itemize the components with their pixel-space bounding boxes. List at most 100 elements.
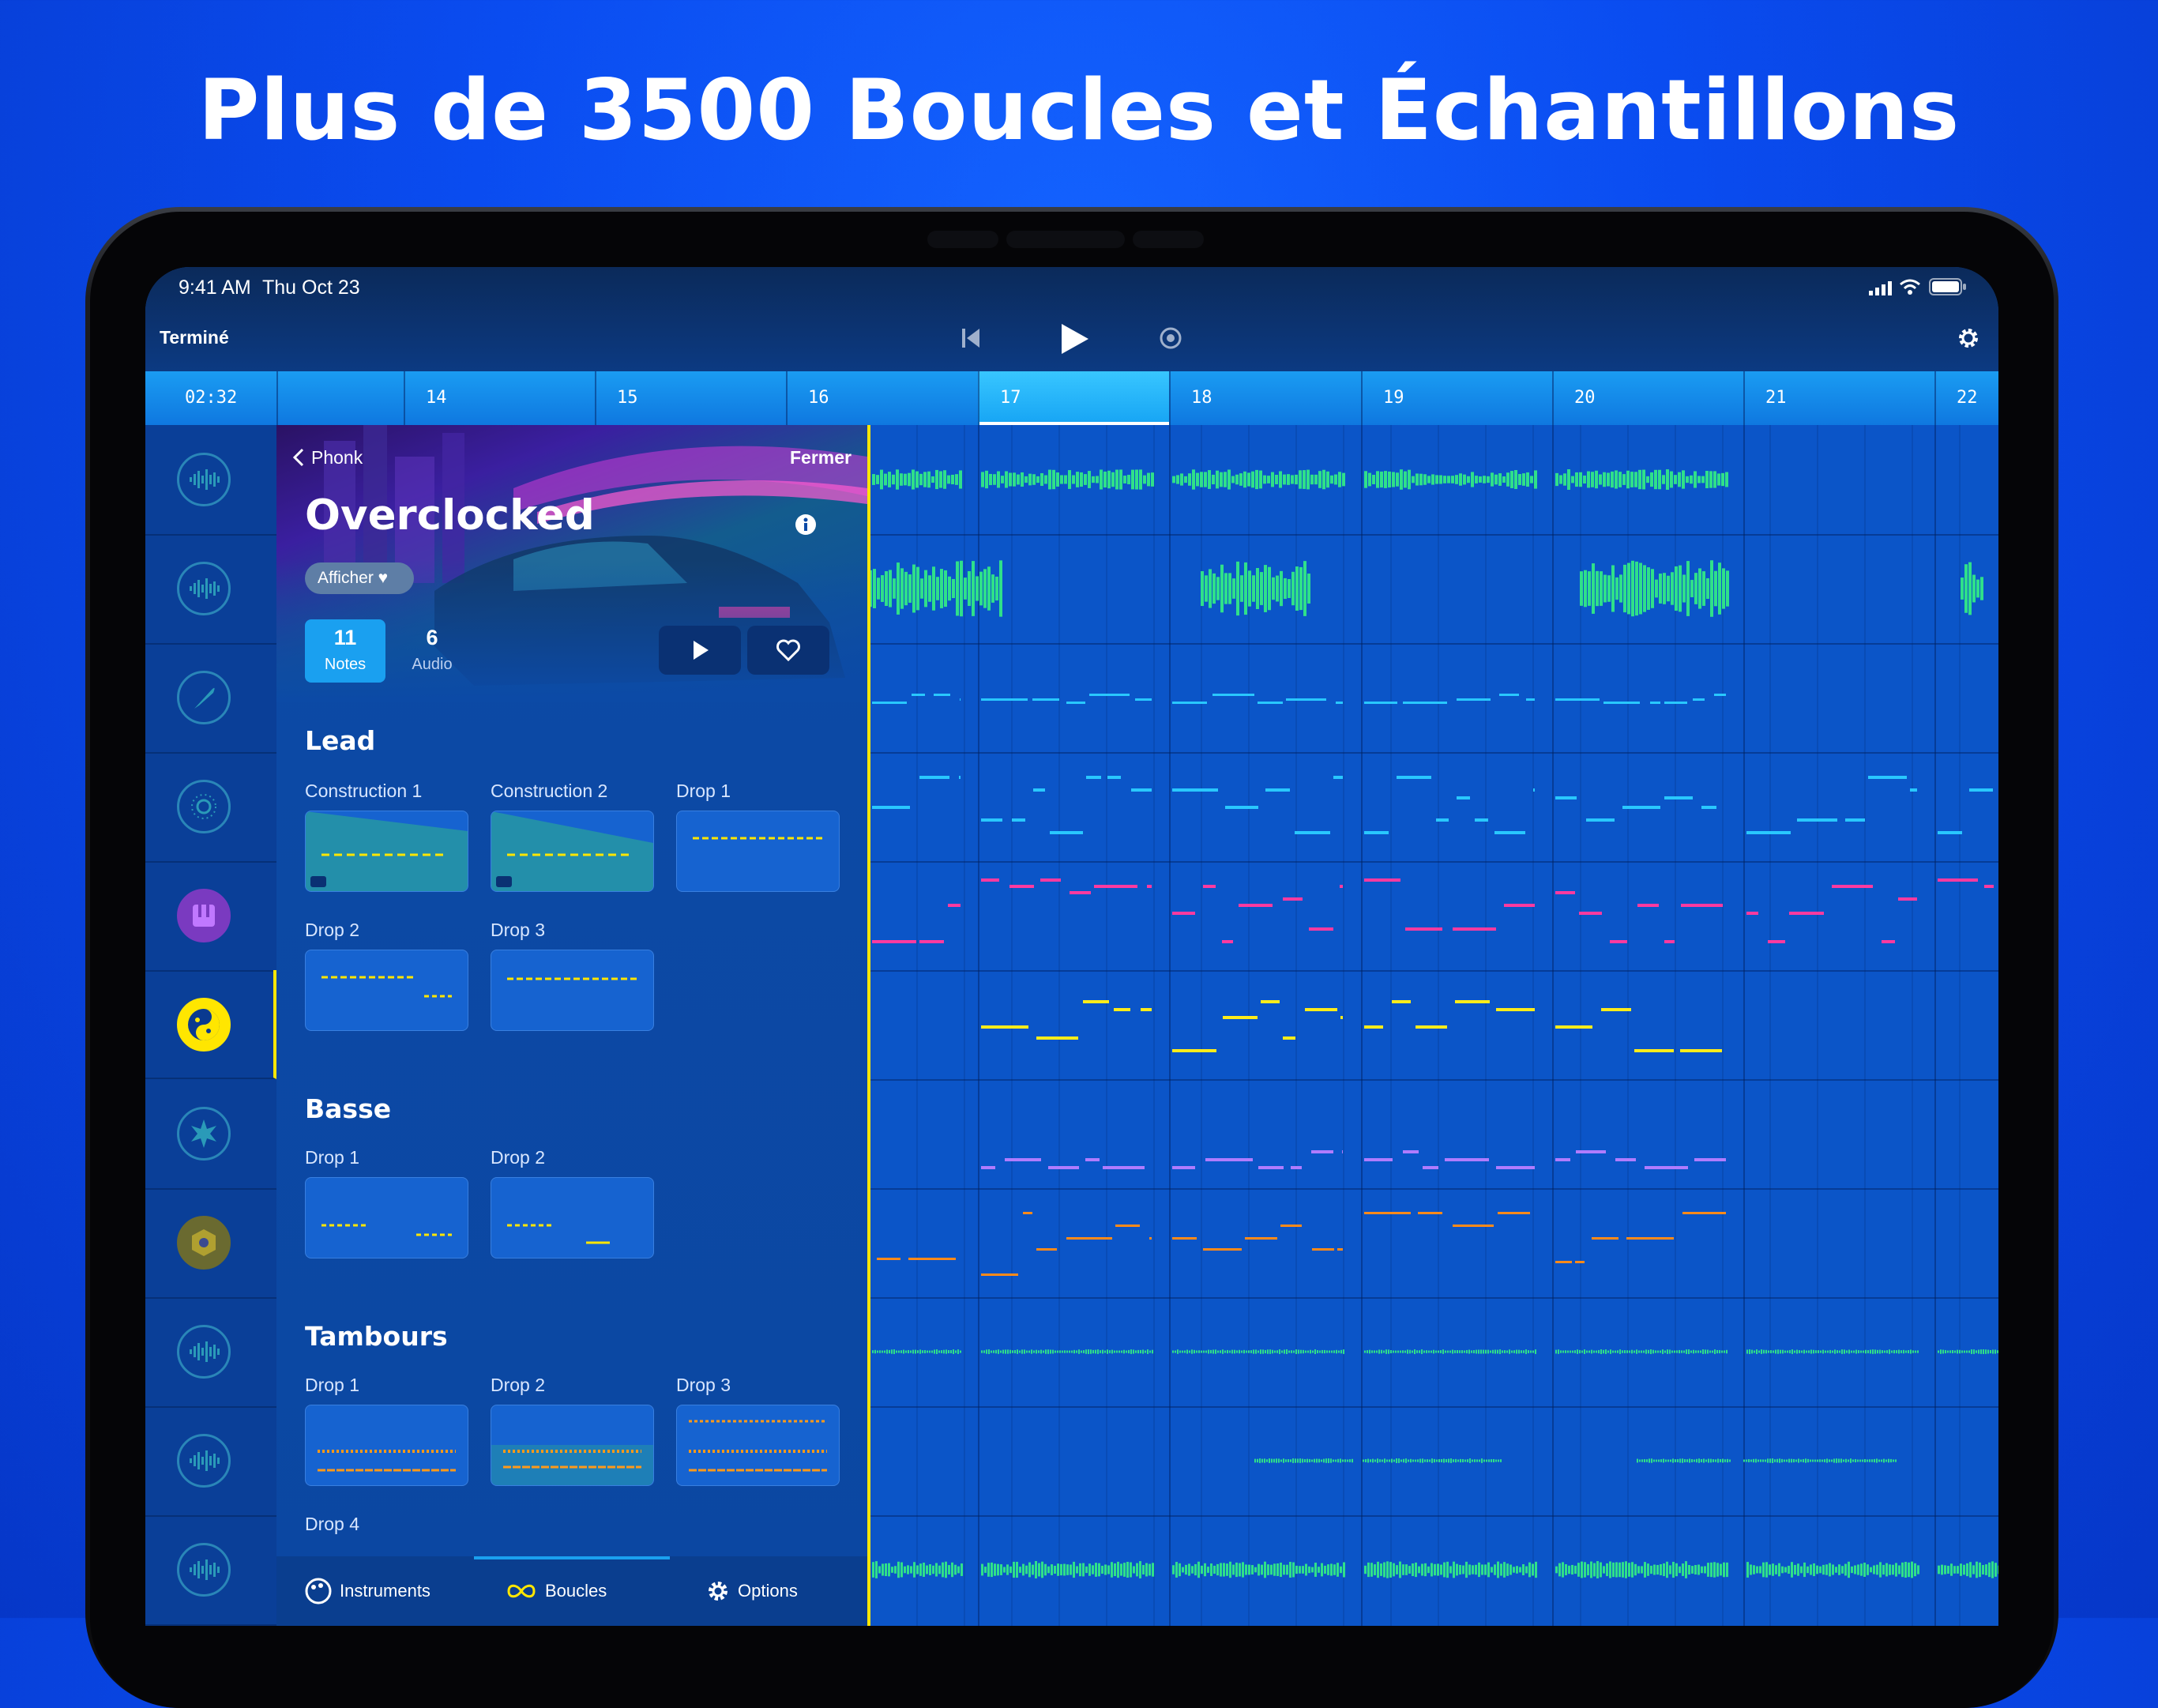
tab-instruments[interactable]: Instruments: [305, 1556, 430, 1626]
track-header[interactable]: [145, 534, 276, 645]
track-header[interactable]: [145, 425, 276, 536]
notes-label: Notes: [324, 656, 367, 673]
audio-region: [1746, 1561, 1919, 1578]
audio-region: [981, 469, 1154, 490]
audio-region: [1364, 1349, 1536, 1354]
track-header[interactable]: [145, 861, 276, 972]
loop-card[interactable]: [305, 950, 468, 1031]
loop-card[interactable]: [305, 1177, 468, 1258]
audio-region: [1363, 1458, 1502, 1463]
midi-region: [1172, 1000, 1343, 1052]
tab-loops[interactable]: Boucles: [506, 1556, 607, 1626]
ruler-bar[interactable]: 22: [1934, 371, 1998, 425]
ruler-bar[interactable]: 18: [1169, 371, 1361, 425]
audio-region: [1580, 560, 1729, 617]
audio-region: [1746, 1349, 1919, 1354]
palette-icon: [305, 1578, 332, 1605]
midi-region: [981, 776, 1152, 834]
loop-card[interactable]: [491, 950, 654, 1031]
gear-icon[interactable]: [1956, 325, 1981, 351]
battery-icon: [1929, 278, 1966, 295]
rewind-icon[interactable]: [961, 327, 981, 349]
track-header[interactable]: [145, 1297, 276, 1408]
preview-play-button[interactable]: [659, 626, 741, 675]
loop-preview: [318, 1450, 456, 1472]
play-icon[interactable]: [1058, 322, 1090, 356]
loop-card[interactable]: [491, 1177, 654, 1258]
ruler-bar[interactable]: 14: [404, 371, 595, 425]
ruler-bar[interactable]: 15: [595, 371, 786, 425]
tab-options-label: Options: [738, 1581, 798, 1601]
midi-region: [1938, 788, 1993, 834]
play-icon: [694, 641, 709, 660]
track-header[interactable]: [145, 1079, 276, 1190]
show-favorites-button[interactable]: Afficher ♥: [305, 562, 414, 594]
midi-region: [1555, 1212, 1726, 1263]
timeline-ruler[interactable]: 02:32 14 15 16 17 18 19 20 21 22: [145, 371, 1998, 425]
loop-preview: [491, 1445, 653, 1485]
playhead[interactable]: [867, 425, 870, 1626]
sensor-housing: [1133, 231, 1204, 248]
midi-region: [1172, 1150, 1343, 1169]
track-header[interactable]: [145, 752, 276, 863]
midi-region: [981, 1158, 1145, 1169]
loop-preview: [507, 977, 637, 980]
info-icon[interactable]: [795, 514, 817, 536]
audio-filter[interactable]: 6 Audio: [392, 619, 472, 683]
midi-region: [1364, 776, 1535, 834]
track-header[interactable]: [145, 1515, 276, 1626]
loop-preview: [321, 976, 452, 998]
done-button[interactable]: Terminé: [160, 327, 229, 348]
loop-card[interactable]: [305, 811, 468, 892]
midi-region: [1555, 1150, 1726, 1169]
wifi-icon: [1900, 279, 1920, 295]
ruler-bar[interactable]: [276, 371, 404, 425]
track-header[interactable]: [145, 643, 276, 754]
midi-region: [1555, 694, 1726, 704]
loop-card[interactable]: [491, 811, 654, 892]
loop-card[interactable]: [676, 811, 840, 892]
ruler-bar[interactable]: 16: [786, 371, 978, 425]
ruler-bar[interactable]: 20: [1552, 371, 1743, 425]
loop-card[interactable]: [676, 1405, 840, 1486]
piano-icon: [177, 889, 231, 942]
midi-region: [981, 1000, 1152, 1040]
audio-region: [872, 469, 962, 490]
status-date: Thu Oct 23: [262, 277, 360, 299]
track-header[interactable]: [145, 1188, 276, 1299]
back-button[interactable]: Phonk: [311, 447, 363, 468]
midi-region: [872, 776, 961, 809]
midi-region: [1364, 878, 1535, 931]
ruler-bar[interactable]: 19: [1361, 371, 1552, 425]
audio-region: [1555, 469, 1728, 490]
ruler-bar[interactable]: 21: [1743, 371, 1934, 425]
midi-region: [1364, 694, 1535, 704]
midi-region: [1938, 878, 1994, 888]
loop-card[interactable]: [305, 1405, 468, 1486]
loop-label: Construction 1: [305, 781, 423, 801]
ruler-bar-current[interactable]: 17: [978, 371, 1169, 425]
loop-label: Drop 1: [305, 1375, 360, 1395]
feather-icon: [177, 671, 231, 724]
favorite-button[interactable]: [747, 626, 829, 675]
record-icon[interactable]: [1159, 326, 1182, 350]
audio-region: [1201, 561, 1310, 616]
arrangement-area[interactable]: [869, 425, 1998, 1626]
loop-card[interactable]: [491, 1405, 654, 1486]
audio-region: [1364, 1561, 1537, 1578]
chevron-left-icon[interactable]: [292, 447, 305, 468]
track-header[interactable]: [145, 1406, 276, 1517]
midi-region: [981, 694, 1152, 704]
midi-region: [872, 904, 961, 943]
track-header[interactable]: [145, 970, 276, 1079]
tab-instruments-label: Instruments: [340, 1581, 430, 1601]
notes-filter[interactable]: 11 Notes: [305, 619, 385, 683]
midi-region: [1364, 1150, 1535, 1169]
midi-region: [1172, 694, 1343, 704]
camera-housing: [1006, 231, 1125, 248]
audio-region: [872, 1561, 963, 1578]
waveform-icon: [177, 562, 231, 615]
midi-region: [1555, 796, 1716, 822]
tab-options[interactable]: Options: [706, 1556, 798, 1626]
close-button[interactable]: Fermer: [790, 447, 852, 468]
